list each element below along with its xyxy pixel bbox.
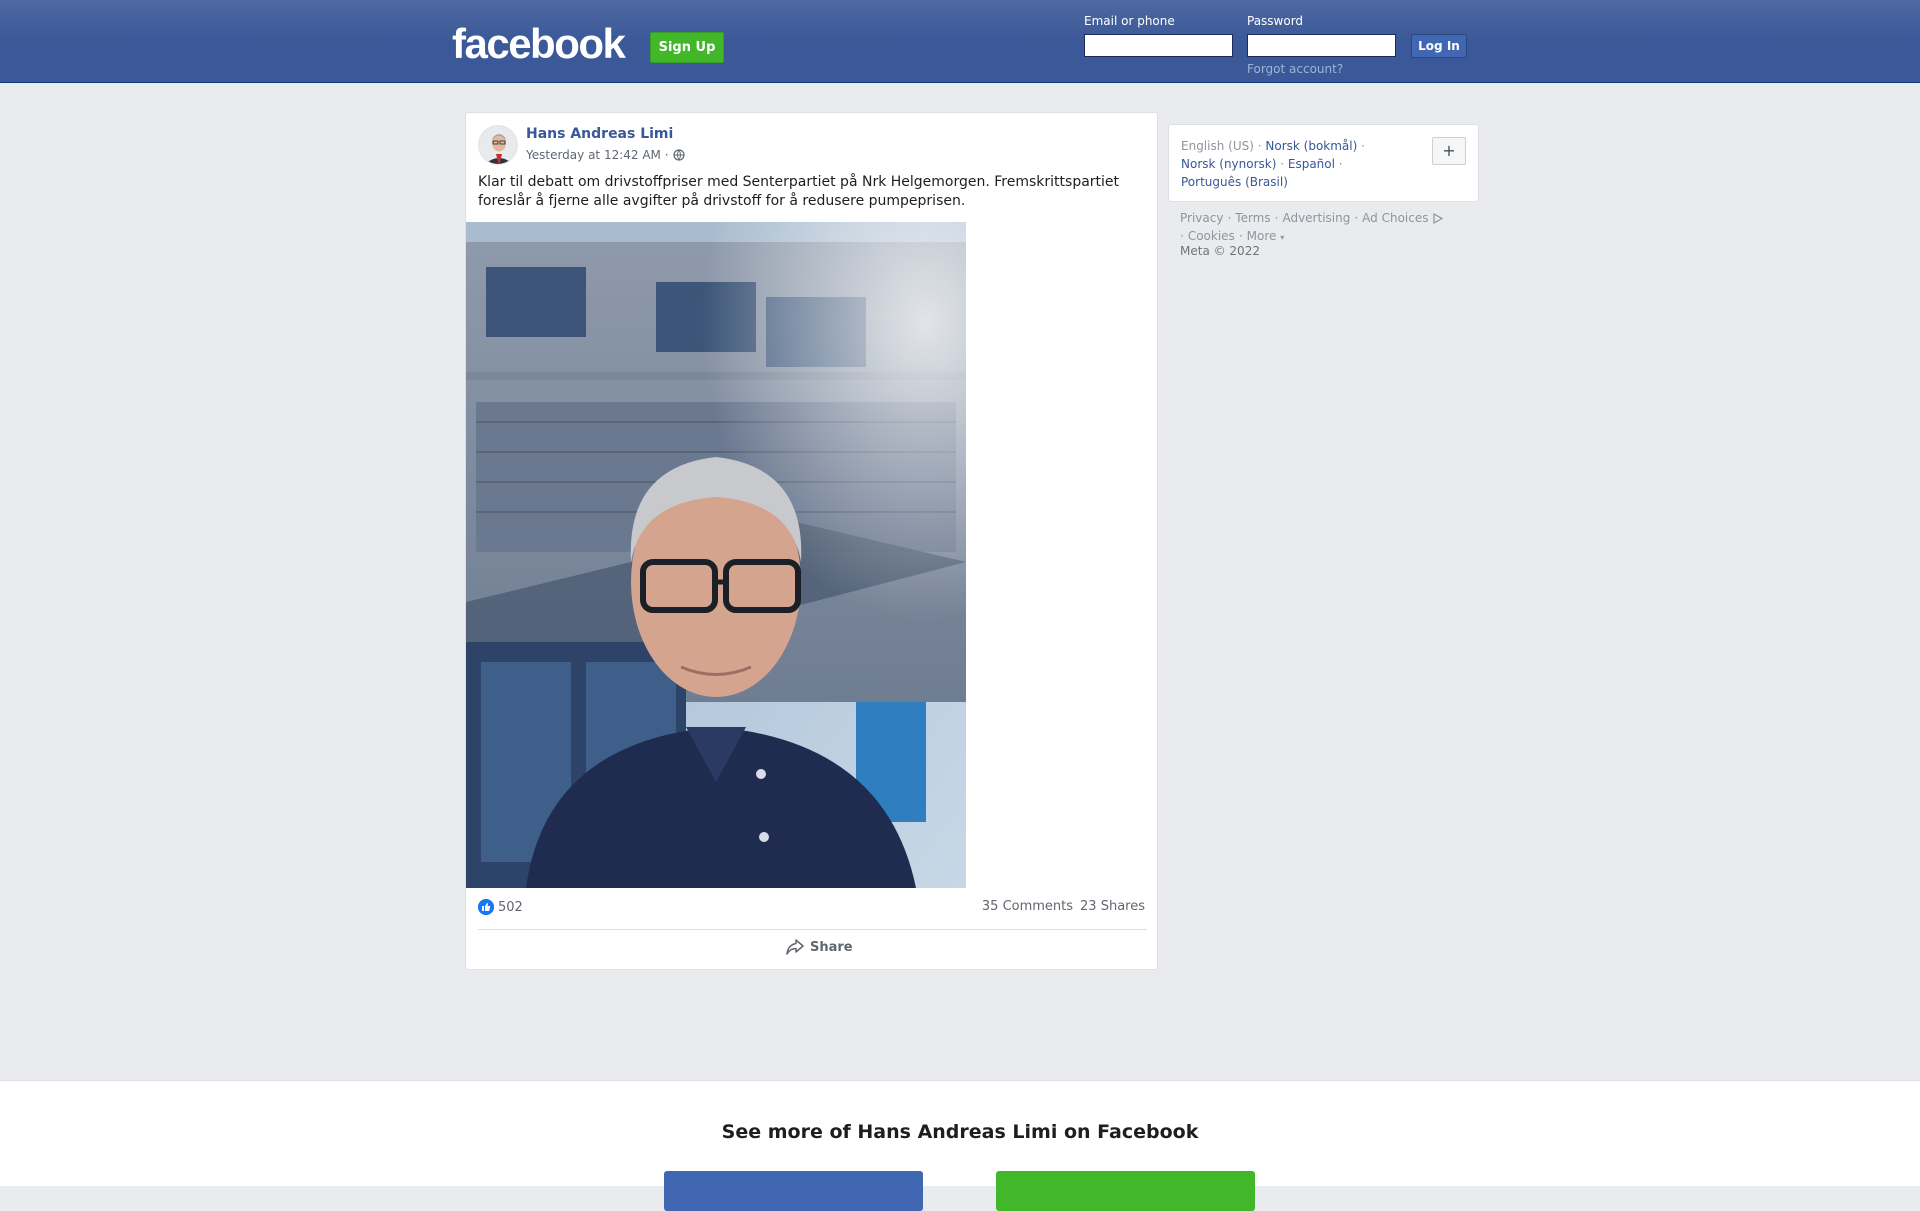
sign-up-button[interactable]: Sign Up <box>650 32 724 63</box>
reaction-summary[interactable]: 502 <box>478 899 523 915</box>
shares-count[interactable]: 23 Shares <box>1080 899 1145 914</box>
engagement-counts: 35 Comments 23 Shares <box>982 899 1145 914</box>
log-in-button[interactable]: Log In <box>1411 34 1467 58</box>
language-link-norsk-bokmal[interactable]: Norsk (bokmål) <box>1265 139 1357 153</box>
action-divider <box>478 929 1147 930</box>
banner-create-account-button[interactable] <box>996 1171 1255 1211</box>
post-photo[interactable] <box>466 222 966 888</box>
share-button[interactable]: Share <box>786 939 853 955</box>
password-label: Password <box>1247 14 1304 28</box>
facebook-logo[interactable]: facebook <box>452 20 626 68</box>
globe-icon <box>672 149 685 161</box>
language-link-portugues[interactable]: Português (Brasil) <box>1181 175 1288 189</box>
comments-count[interactable]: 35 Comments <box>982 899 1073 914</box>
footer-link-cookies[interactable]: Cookies <box>1188 229 1235 243</box>
language-current: English (US) <box>1181 139 1254 153</box>
forgot-account-link[interactable]: Forgot account? <box>1247 62 1343 76</box>
post-message: Klar til debatt om drivstoffpriser med S… <box>478 174 1120 209</box>
password-field[interactable] <box>1247 34 1396 57</box>
email-label: Email or phone <box>1084 14 1175 28</box>
footer-link-terms[interactable]: Terms <box>1235 211 1270 225</box>
post-time-text: Yesterday at 12:42 AM · <box>526 148 669 162</box>
ad-choices-icon <box>1433 212 1444 225</box>
avatar[interactable] <box>478 125 518 165</box>
language-link-norsk-nynorsk[interactable]: Norsk (nynorsk) <box>1181 157 1276 171</box>
more-languages-button[interactable]: + <box>1432 137 1466 165</box>
login-prompt-banner: See more of Hans Andreas Limi on Faceboo… <box>0 1080 1920 1211</box>
post-card: Hans Andreas Limi Yesterday at 12:42 AM … <box>465 112 1158 970</box>
footer-link-more[interactable]: More <box>1247 229 1277 243</box>
language-selector: English (US) · Norsk (bokmål) · Norsk (n… <box>1168 124 1479 202</box>
share-label: Share <box>810 939 853 955</box>
post-timestamp[interactable]: Yesterday at 12:42 AM · <box>526 148 685 162</box>
email-field[interactable] <box>1084 34 1233 57</box>
share-icon <box>786 939 804 955</box>
footer-link-privacy[interactable]: Privacy <box>1180 211 1223 225</box>
banner-login-button[interactable] <box>664 1171 923 1211</box>
like-icon <box>478 899 494 915</box>
footer-link-advertising[interactable]: Advertising <box>1282 211 1350 225</box>
footer-links: Privacy · Terms · Advertising · Ad Choices · Co… <box>1180 209 1480 247</box>
chevron-down-icon: ▾ <box>1280 233 1285 242</box>
copyright-text: Meta © 2022 <box>1180 244 1260 258</box>
selfie-photo <box>466 222 966 888</box>
like-count: 502 <box>498 899 523 915</box>
banner-title: See more of Hans Andreas Limi on Faceboo… <box>721 1121 1199 1143</box>
top-navigation-bar: facebook Sign Up Email or phone Password… <box>0 0 1920 83</box>
avatar-photo <box>479 126 517 164</box>
footer-link-ad-choices[interactable]: Ad Choices <box>1362 211 1428 225</box>
post-author-name[interactable]: Hans Andreas Limi <box>526 126 673 142</box>
language-link-espanol[interactable]: Español <box>1288 157 1335 171</box>
